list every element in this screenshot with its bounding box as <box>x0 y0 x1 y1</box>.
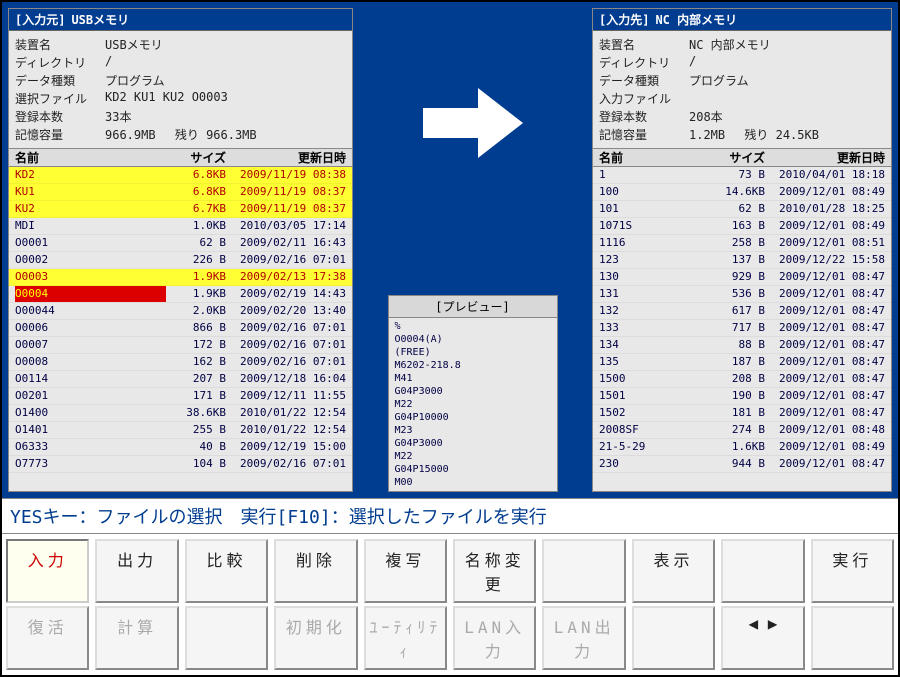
fkey-比較[interactable]: 比較 <box>185 539 268 603</box>
center-column: [プレビュー] %O0004(A)(FREE)M6202-218.8M41G04… <box>359 8 586 492</box>
fkey-blank <box>542 539 625 603</box>
source-file-row[interactable]: O633340 B2009/12/19 15:00 <box>9 439 352 456</box>
fkey-出力[interactable]: 出力 <box>95 539 178 603</box>
dest-file-row[interactable]: 10014.6KB2009/12/01 08:49 <box>593 184 891 201</box>
dest-file-row[interactable]: 135187 B2009/12/01 08:47 <box>593 354 891 371</box>
dest-file-row[interactable]: 1071S163 B2009/12/01 08:49 <box>593 218 891 235</box>
fkey-blank <box>632 606 715 670</box>
dest-file-row[interactable]: 1500208 B2009/12/01 08:47 <box>593 371 891 388</box>
fkey-複写[interactable]: 複写 <box>364 539 447 603</box>
fkey-入力[interactable]: 入力 <box>6 539 89 603</box>
source-file-row[interactable]: O0002226 B2009/02/16 07:01 <box>9 252 352 269</box>
fkey-blank <box>811 606 894 670</box>
fkey-実行[interactable]: 実行 <box>811 539 894 603</box>
source-file-row[interactable]: O0008162 B2009/02/16 07:01 <box>9 354 352 371</box>
fkey-blank <box>185 606 268 670</box>
fkey-表示[interactable]: 表示 <box>632 539 715 603</box>
fkey-LAN出力[interactable]: LAN出力 <box>542 606 625 670</box>
dest-title: [入力先] NC 内部メモリ <box>593 9 891 31</box>
source-file-row[interactable]: O00031.9KB2009/02/13 17:38 <box>9 269 352 286</box>
source-file-row[interactable]: O000162 B2009/02/11 16:43 <box>9 235 352 252</box>
source-title: [入力元] USBメモリ <box>9 9 352 31</box>
fkeys-row1: 入力出力比較削除複写名称変更 表示 実行 <box>6 539 894 603</box>
fkey-復活[interactable]: 復活 <box>6 606 89 670</box>
message-bar: YESキー：ファイルの選択 実行[F10]：選択したファイルを実行 <box>2 498 898 534</box>
source-file-row[interactable]: KD26.8KB2009/11/19 08:38 <box>9 167 352 184</box>
dest-file-row[interactable]: 10162 B2010/01/28 18:25 <box>593 201 891 218</box>
dest-file-row[interactable]: 123137 B2009/12/22 15:58 <box>593 252 891 269</box>
dest-file-row[interactable]: 132617 B2009/12/01 08:47 <box>593 303 891 320</box>
preview-title: [プレビュー] <box>389 296 557 318</box>
dest-title-label: NC 内部メモリ <box>655 11 737 28</box>
dest-file-row[interactable]: 133717 B2009/12/01 08:47 <box>593 320 891 337</box>
dest-title-bracket: [入力先] <box>599 11 649 28</box>
fkey-LAN入力[interactable]: LAN入力 <box>453 606 536 670</box>
fkey-blank <box>721 539 804 603</box>
nc-file-transfer-screen: [入力元] USBメモリ 装置名USBメモリ ディレクトリ/ データ種類プログラ… <box>0 0 900 677</box>
source-panel: [入力元] USBメモリ 装置名USBメモリ ディレクトリ/ データ種類プログラ… <box>8 8 353 492</box>
source-file-row[interactable]: O0006866 B2009/02/16 07:01 <box>9 320 352 337</box>
dest-rows[interactable]: 173 B2010/04/01 18:1810014.6KB2009/12/01… <box>593 167 891 491</box>
fkey-◀ ▶[interactable]: ◀ ▶ <box>721 606 804 670</box>
source-file-row[interactable]: O0201171 B2009/12/11 11:55 <box>9 388 352 405</box>
dest-file-row[interactable]: 230944 B2009/12/01 08:47 <box>593 456 891 473</box>
source-list-header: 名前 サイズ 更新日時 <box>9 148 352 167</box>
main-area: [入力元] USBメモリ 装置名USBメモリ ディレクトリ/ データ種類プログラ… <box>2 2 898 498</box>
fkey-名称変更[interactable]: 名称変更 <box>453 539 536 603</box>
source-file-row[interactable]: O0114207 B2009/12/18 16:04 <box>9 371 352 388</box>
source-file-row[interactable]: O000442.0KB2009/02/20 13:40 <box>9 303 352 320</box>
source-rows[interactable]: KD26.8KB2009/11/19 08:38KU16.8KB2009/11/… <box>9 167 352 491</box>
preview-panel: [プレビュー] %O0004(A)(FREE)M6202-218.8M41G04… <box>388 295 558 492</box>
source-file-row[interactable]: O0007172 B2009/02/16 07:01 <box>9 337 352 354</box>
function-keys: 入力出力比較削除複写名称変更 表示 実行 復活計算 初期化ﾕｰﾃｨﾘﾃｨLAN入力LA… <box>2 534 898 675</box>
fkeys-row2: 復活計算 初期化ﾕｰﾃｨﾘﾃｨLAN入力LAN出力 ◀ ▶ <box>6 606 894 670</box>
source-file-row[interactable]: O7773104 B2009/02/16 07:01 <box>9 456 352 473</box>
dest-file-row[interactable]: 21-5-291.6KB2009/12/01 08:49 <box>593 439 891 456</box>
dest-meta: 装置名NC 内部メモリ ディレクトリ/ データ種類プログラム 入力ファイル 登録… <box>593 31 891 148</box>
dest-file-row[interactable]: 130929 B2009/12/01 08:47 <box>593 269 891 286</box>
source-file-row[interactable]: MDI1.0KB2010/03/05 17:14 <box>9 218 352 235</box>
source-title-bracket: [入力元] <box>15 11 65 28</box>
fkey-計算[interactable]: 計算 <box>95 606 178 670</box>
dest-panel: [入力先] NC 内部メモリ 装置名NC 内部メモリ ディレクトリ/ データ種類… <box>592 8 892 492</box>
dest-file-row[interactable]: 131536 B2009/12/01 08:47 <box>593 286 891 303</box>
fkey-削除[interactable]: 削除 <box>274 539 357 603</box>
dest-file-row[interactable]: 1501190 B2009/12/01 08:47 <box>593 388 891 405</box>
source-file-row[interactable]: O140038.6KB2010/01/22 12:54 <box>9 405 352 422</box>
dest-list-header: 名前 サイズ 更新日時 <box>593 148 891 167</box>
dest-file-row[interactable]: 2008SF274 B2009/12/01 08:48 <box>593 422 891 439</box>
transfer-arrow-icon <box>423 88 523 161</box>
dest-file-row[interactable]: 1116258 B2009/12/01 08:51 <box>593 235 891 252</box>
source-file-row[interactable]: KU26.7KB2009/11/19 08:37 <box>9 201 352 218</box>
fkey-ﾕｰﾃｨﾘﾃｨ[interactable]: ﾕｰﾃｨﾘﾃｨ <box>364 606 447 670</box>
dest-file-row[interactable]: 173 B2010/04/01 18:18 <box>593 167 891 184</box>
source-file-row[interactable]: O1401255 B2010/01/22 12:54 <box>9 422 352 439</box>
dest-file-row[interactable]: 13488 B2009/12/01 08:47 <box>593 337 891 354</box>
source-meta: 装置名USBメモリ ディレクトリ/ データ種類プログラム 選択ファイルKD2 K… <box>9 31 352 148</box>
dest-file-row[interactable]: 1502181 B2009/12/01 08:47 <box>593 405 891 422</box>
source-title-label: USBメモリ <box>71 11 129 28</box>
preview-body: %O0004(A)(FREE)M6202-218.8M41G04P3000M22… <box>389 318 557 491</box>
source-file-row[interactable]: KU16.8KB2009/11/19 08:37 <box>9 184 352 201</box>
fkey-初期化[interactable]: 初期化 <box>274 606 357 670</box>
source-file-row[interactable]: O00041.9KB2009/02/19 14:43 <box>9 286 352 303</box>
